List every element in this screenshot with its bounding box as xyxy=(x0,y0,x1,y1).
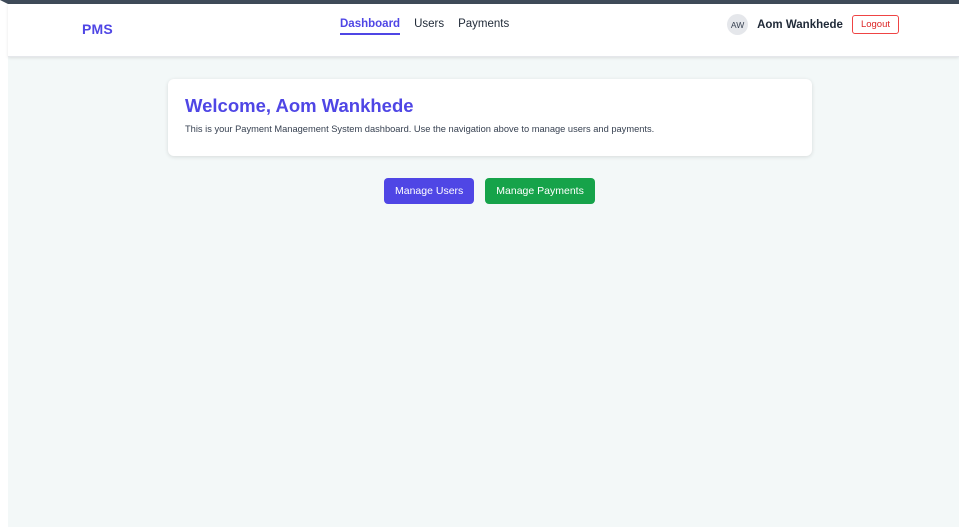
avatar: AW xyxy=(727,14,749,35)
nav-link-payments[interactable]: Payments xyxy=(458,18,509,35)
manage-users-button[interactable]: Manage Users xyxy=(384,178,475,204)
dashboard-actions: Manage Users Manage Payments xyxy=(384,178,595,204)
user-area: AW Aom Wankhede Logout xyxy=(727,14,899,35)
page-title: Welcome, Aom Wankhede xyxy=(185,95,414,116)
logout-button[interactable]: Logout xyxy=(851,15,899,34)
brand-logo[interactable]: PMS xyxy=(82,21,113,37)
welcome-card: Welcome, Aom Wankhede This is your Payme… xyxy=(168,79,812,156)
welcome-description: This is your Payment Management System d… xyxy=(185,124,655,134)
app-window: PMS Dashboard Users Payments AW Aom Wank… xyxy=(0,0,959,527)
nav-link-dashboard[interactable]: Dashboard xyxy=(340,18,401,35)
main-nav: Dashboard Users Payments xyxy=(340,18,509,35)
nav-link-users[interactable]: Users xyxy=(414,18,444,35)
manage-payments-button[interactable]: Manage Payments xyxy=(485,178,595,204)
user-name: Aom Wankhede xyxy=(757,18,843,31)
top-navbar: PMS Dashboard Users Payments AW Aom Wank… xyxy=(8,4,959,57)
